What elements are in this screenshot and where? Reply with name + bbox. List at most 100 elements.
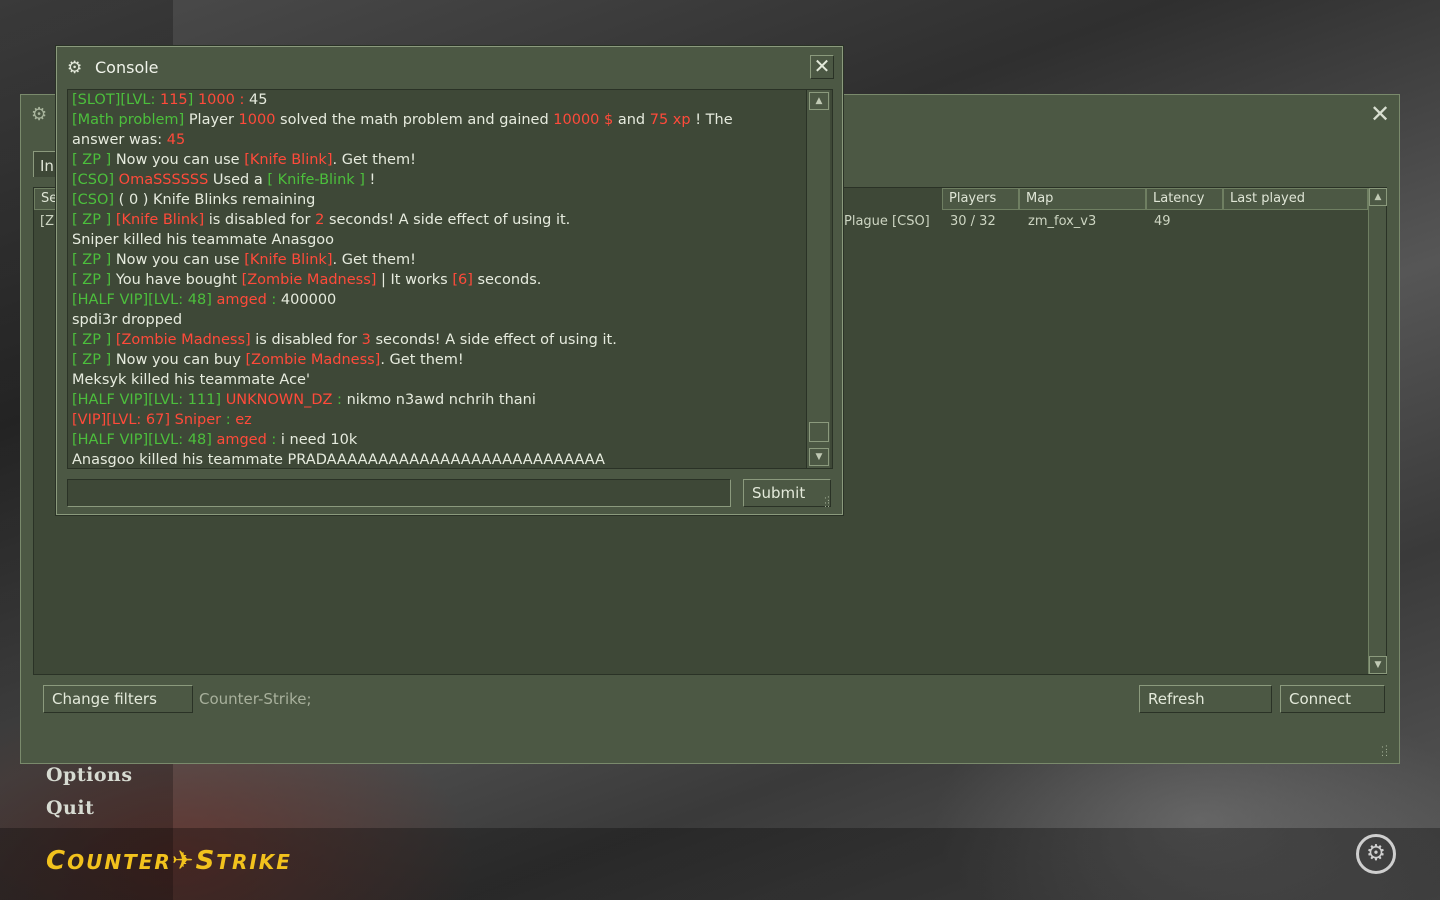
console-log-segment: seconds! A side effect of using it.	[324, 212, 571, 228]
chevron-up-icon[interactable]: ▲	[1369, 188, 1387, 206]
console-log-segment: !	[364, 172, 376, 188]
map-cell: zm_fox_v3	[1028, 214, 1097, 229]
connect-button[interactable]: Connect	[1280, 685, 1385, 713]
chevron-down-icon[interactable]: ▼	[809, 448, 829, 466]
console-log-line: [HALF VIP][LVL: 48] amged : i need 10k	[72, 430, 807, 450]
console-log-segment: [ ZP ]	[72, 272, 116, 288]
console-log-segment: ]	[187, 92, 198, 108]
console-log-segment: Sniper	[174, 412, 222, 428]
column-header-latency[interactable]: Latency	[1146, 188, 1223, 210]
chevron-up-icon[interactable]: ▲	[809, 92, 829, 110]
console-log-segment: [HALF VIP][LVL: 48]	[72, 292, 217, 308]
console-log-segment: [ ZP ]	[72, 152, 116, 168]
console-log-line: Anasgoo killed his teammate PRADAAAAAAAA…	[72, 450, 807, 468]
console-log-segment: Anasgoo killed his teammate PRADAAAAAAAA…	[72, 452, 605, 468]
console-log-segment: [ Knife-Blink ]	[267, 172, 365, 188]
console-log-line: spdi3r dropped	[72, 310, 807, 330]
console-log-segment: and	[613, 112, 650, 128]
console-log-segment: [VIP][LVL: 67]	[72, 412, 175, 428]
console-log-line: [HALF VIP][LVL: 111] UNKNOWN_DZ : nikmo …	[72, 390, 807, 410]
cs-steam-logo-icon: ⚙	[31, 104, 48, 125]
console-log-line: [ ZP ] You have bought [Zombie Madness] …	[72, 270, 807, 290]
console-log-segment: [ ZP ]	[72, 332, 116, 348]
column-header-last-played[interactable]: Last played	[1223, 188, 1368, 210]
console-log-segment: nikmo n3awd nchrih thani	[346, 392, 536, 408]
console-log-segment: [Knife Blink]	[244, 252, 333, 268]
console-log-segment: spdi3r dropped	[72, 312, 183, 328]
console-log-segment: [HALF VIP][LVL: 48]	[72, 432, 217, 448]
console-log-segment: Player	[188, 112, 239, 128]
close-icon[interactable]: ✕	[1369, 102, 1391, 126]
chevron-down-icon[interactable]: ▼	[1369, 656, 1387, 674]
console-log-segment: :	[266, 432, 281, 448]
console-log-segment: Meksyk killed his teammate Ace'	[72, 372, 310, 388]
console-log-line: [ ZP ] Now you can use [Knife Blink]. Ge…	[72, 150, 807, 170]
server-list-scrollbar[interactable]: ▲ ▼	[1368, 188, 1387, 674]
console-log-segment: [CSO]	[72, 192, 119, 208]
close-icon[interactable]: ✕	[810, 55, 834, 79]
console-log-line: [ ZP ] Now you can use [Knife Blink]. Ge…	[72, 250, 807, 270]
menu-item-options[interactable]: Options	[46, 764, 133, 786]
console-log-segment: ( 0 ) Knife Blinks remaining	[118, 192, 316, 208]
console-log-segment: [SLOT][LVL:	[72, 92, 160, 108]
console-log-segment: [6]	[452, 272, 473, 288]
console-log-segment: answer was:	[72, 132, 167, 148]
console-log-segment: [HALF VIP][LVL: 111]	[72, 392, 226, 408]
console-log-segment: seconds! A side effect of using it.	[370, 332, 617, 348]
submit-button[interactable]: Submit	[743, 479, 831, 507]
console-log-segment: 75 xp	[649, 112, 691, 128]
console-log-segment: [Math problem]	[72, 112, 189, 128]
console-log-segment: amged	[216, 292, 267, 308]
console-log-segment: [ ZP ]	[72, 212, 116, 228]
change-filters-button[interactable]: Change filters	[43, 685, 193, 713]
console-log-segment: 1000 :	[197, 92, 249, 108]
latency-cell: 49	[1154, 214, 1171, 229]
console-log-segment: You have bought	[115, 272, 242, 288]
console-log-segment: UNKNOWN_DZ	[225, 392, 333, 408]
console-command-input[interactable]	[67, 479, 731, 507]
console-window: ⚙ Console ✕ [SLOT][LVL: 115] 1000 : 45 [M…	[56, 46, 843, 515]
console-log-segment: [Zombie Madness]	[241, 272, 377, 288]
console-log-segment: OmaSSSSSS	[118, 172, 209, 188]
column-header-map[interactable]: Map	[1019, 188, 1146, 210]
console-log-line: [CSO] ( 0 ) Knife Blinks remaining	[72, 190, 807, 210]
console-log-segment: Now you can use	[115, 252, 245, 268]
console-log-segment: . Get them!	[332, 252, 416, 268]
cs-steam-logo-icon: ⚙	[1356, 834, 1396, 874]
server-browser-footer: Change filters Counter-Strike; Refresh C…	[33, 677, 1387, 727]
server-name-cell-tail: Plague [CSO]	[844, 214, 930, 229]
console-log-lines: [SLOT][LVL: 115] 1000 : 45 [Math problem]…	[72, 90, 807, 468]
console-log-segment: [Knife Blink]	[244, 152, 333, 168]
console-log-segment: 1000	[238, 112, 276, 128]
console-log-segment: solved the math problem and gained	[275, 112, 554, 128]
console-log-line: Sniper killed his teammate Anasgoo	[72, 230, 807, 250]
console-log-segment: :	[221, 412, 236, 428]
menu-item-quit[interactable]: Quit	[46, 797, 94, 819]
console-log-segment: [CSO]	[72, 172, 119, 188]
console-log-line: [SLOT][LVL: 115] 1000 : 45	[72, 90, 807, 110]
console-log-segment: 45	[248, 92, 268, 108]
console-log: [SLOT][LVL: 115] 1000 : 45 [Math problem]…	[67, 89, 833, 469]
console-log-segment: | It works	[376, 272, 453, 288]
refresh-button[interactable]: Refresh	[1139, 685, 1272, 713]
console-log-line: [ ZP ] Now you can buy [Zombie Madness].…	[72, 350, 807, 370]
scrollbar-thumb[interactable]	[809, 422, 829, 442]
console-log-segment: Sniper killed his teammate Anasgoo	[72, 232, 335, 248]
console-log-line: [HALF VIP][LVL: 48] amged : 400000	[72, 290, 807, 310]
console-log-segment: . Get them!	[380, 352, 464, 368]
console-log-segment: :	[266, 292, 281, 308]
console-log-segment: Used a	[208, 172, 268, 188]
column-header-players[interactable]: Players	[942, 188, 1019, 210]
console-log-segment: seconds.	[472, 272, 542, 288]
players-cell: 30 / 32	[950, 214, 996, 229]
console-log-line: [VIP][LVL: 67] Sniper : ez	[72, 410, 807, 430]
console-log-line: [ ZP ] [Zombie Madness] is disabled for …	[72, 330, 807, 350]
console-log-line: Meksyk killed his teammate Ace'	[72, 370, 807, 390]
console-log-segment: Now you can use	[115, 152, 245, 168]
console-log-segment: ez	[235, 412, 252, 428]
resize-grip-icon[interactable]: ·:::	[1381, 744, 1393, 759]
console-log-segment: . Get them!	[332, 152, 416, 168]
resize-grip-icon[interactable]: ·:::	[824, 495, 836, 510]
console-scrollbar[interactable]: ▲ ▼	[806, 90, 830, 468]
console-log-segment: ! The	[690, 112, 733, 128]
